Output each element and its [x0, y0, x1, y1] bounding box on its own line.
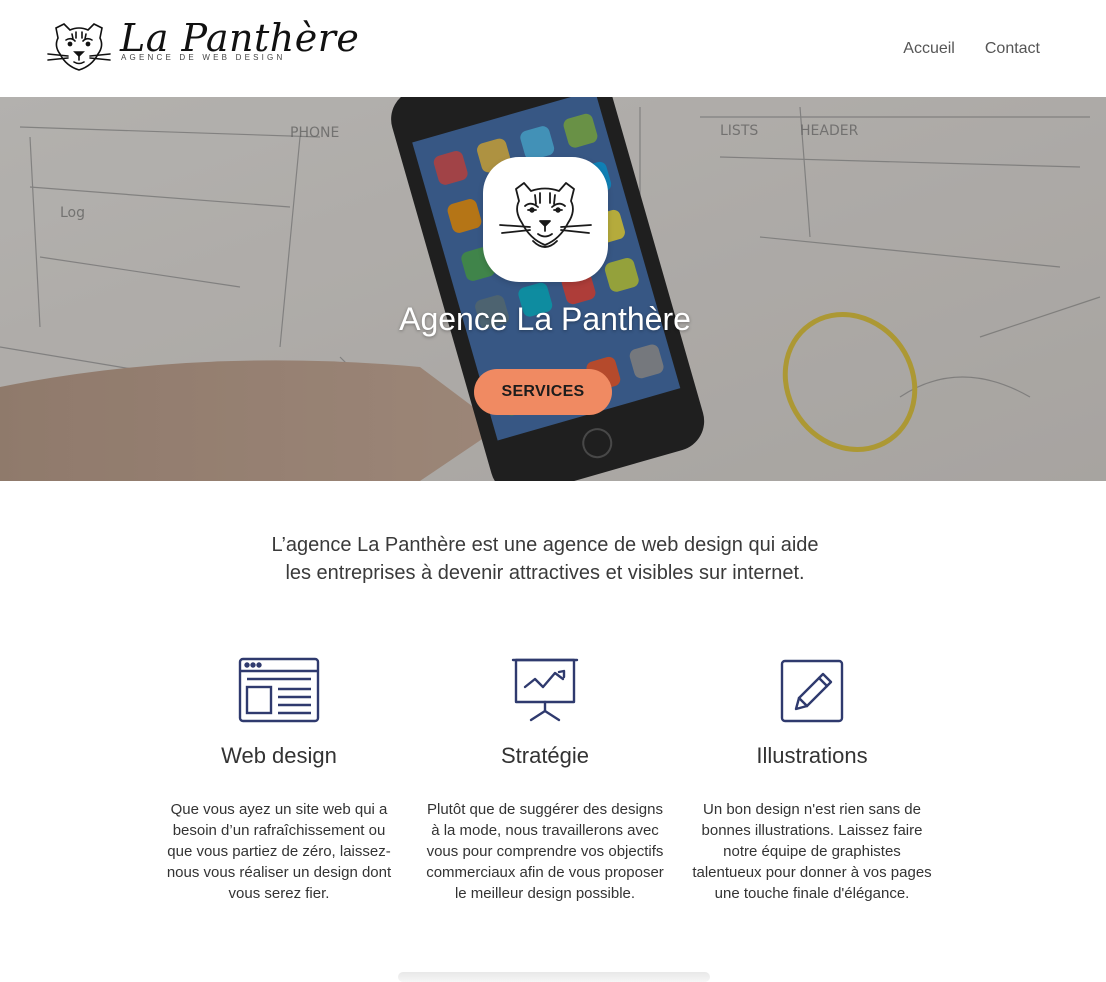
site-logo[interactable]: La Panthère AGENCE DE WEB DESIGN: [46, 16, 359, 78]
service-title: Stratégie: [500, 743, 590, 768]
intro-line-2: les entreprises à devenir attractives et…: [285, 562, 805, 584]
service-web-design: Web design Que vous ayez un site web qui…: [159, 655, 399, 904]
service-title: Web design: [221, 743, 337, 768]
service-description: Plutôt que de suggérer des designs à la …: [426, 801, 664, 902]
pencil-edit-icon: [780, 659, 844, 723]
logo-tagline: AGENCE DE WEB DESIGN: [121, 53, 286, 62]
next-section-edge: [398, 972, 710, 982]
hero-logo-badge: [483, 157, 608, 282]
web-layout-icon: [238, 657, 320, 723]
panther-logo-icon: [47, 23, 111, 71]
site-header: La Panthère AGENCE DE WEB DESIGN Accueil…: [0, 0, 1106, 97]
intro-line-1: L’agence La Panthère est une agence de w…: [271, 534, 819, 556]
service-title: Illustrations: [756, 743, 868, 768]
hero-banner: LISTS HEADER PHONE Log Agence La Panthèr…: [0, 97, 1106, 481]
service-illustrations: Illustrations Un bon design n'est rien s…: [692, 655, 932, 904]
service-strategie: Stratégie Plutôt que de suggérer des des…: [425, 655, 665, 904]
intro-text: L’agence La Panthère est une agence de w…: [0, 531, 1090, 587]
hero-title: Agence La Panthère: [399, 301, 691, 337]
main-nav: Accueil Contact: [903, 40, 1040, 58]
service-description: Un bon design n'est rien sans de bonnes …: [692, 801, 932, 902]
presentation-chart-icon: [511, 658, 579, 722]
service-description: Que vous ayez un site web qui a besoin d…: [166, 801, 392, 902]
nav-link-accueil[interactable]: Accueil: [903, 40, 955, 58]
panther-head-icon: [499, 182, 592, 248]
hero-overlay: [0, 97, 1106, 481]
nav-link-contact[interactable]: Contact: [985, 40, 1040, 58]
services-button[interactable]: SERVICES: [474, 369, 612, 415]
